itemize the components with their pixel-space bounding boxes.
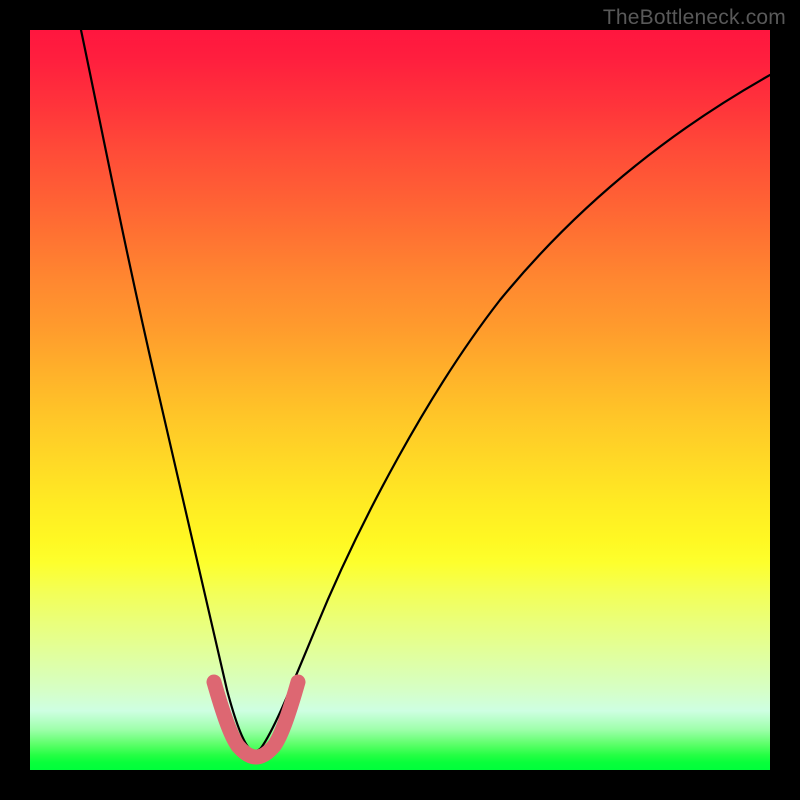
plot-area	[30, 30, 770, 770]
brand-watermark: TheBottleneck.com	[603, 6, 786, 30]
valley-marker	[214, 682, 298, 757]
curve-layer	[30, 30, 770, 770]
chart-frame: TheBottleneck.com	[0, 0, 800, 800]
bottleneck-curve	[81, 30, 770, 751]
